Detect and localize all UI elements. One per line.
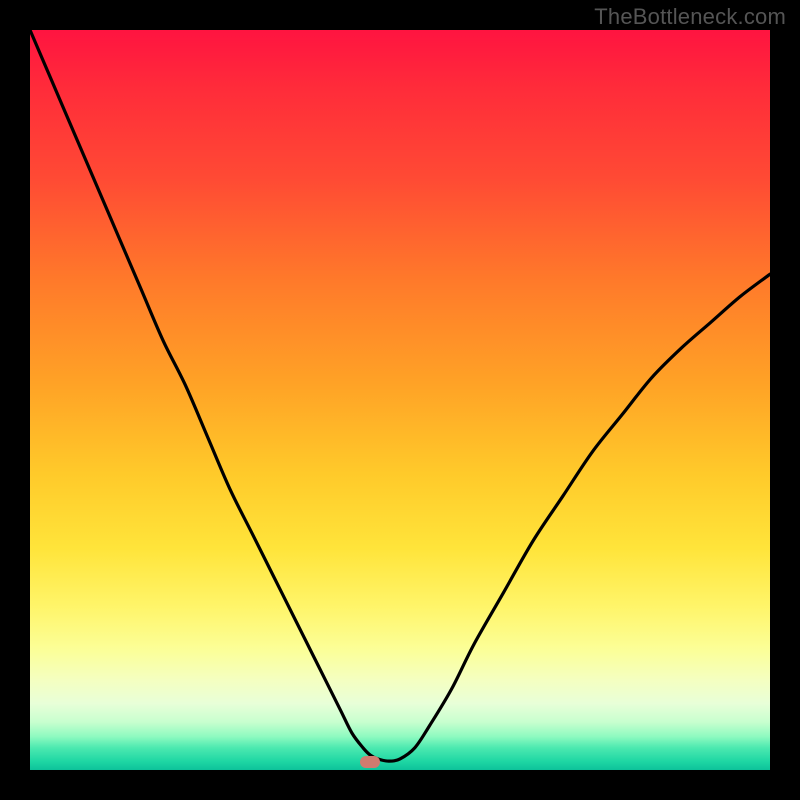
plot-area <box>30 30 770 770</box>
chart-frame: TheBottleneck.com <box>0 0 800 800</box>
optimal-point-marker <box>360 756 380 768</box>
bottleneck-curve <box>30 30 770 770</box>
watermark-text: TheBottleneck.com <box>594 4 786 30</box>
